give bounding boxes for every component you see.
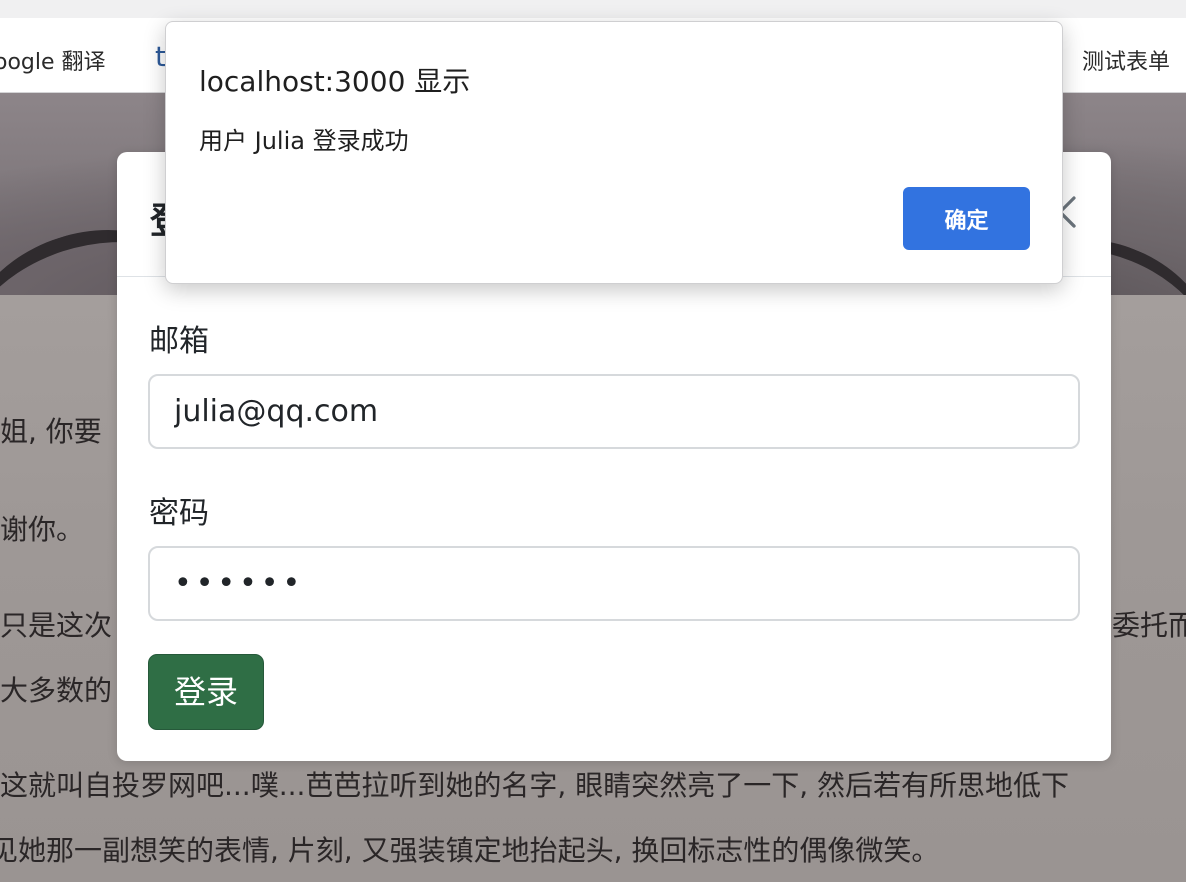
article-line: 谢你。	[0, 513, 85, 546]
alert-title: localhost:3000 显示	[199, 65, 471, 98]
article-line: 只是这次	[0, 609, 113, 642]
alert-dialog: localhost:3000 显示 用户 Julia 登录成功 确定	[165, 21, 1063, 284]
article-line: 大多数的	[0, 674, 113, 707]
alert-message: 用户 Julia 登录成功	[199, 127, 409, 155]
browser-page: oogle 翻译 t 测试表单 姐, 你要 谢你。 只是这次 委托而 大多数的 …	[0, 0, 1186, 882]
email-input[interactable]	[148, 374, 1080, 449]
article-line: 这就叫自投罗网吧...噗...芭芭拉听到她的名字, 眼睛突然亮了一下, 然后若有…	[0, 769, 1070, 802]
alert-ok-button[interactable]: 确定	[903, 187, 1030, 250]
password-label: 密码	[149, 496, 209, 531]
bookmark-google-translate[interactable]: oogle 翻译	[0, 44, 106, 76]
bookmark-test-form[interactable]: 测试表单	[1082, 44, 1170, 76]
article-line: 委托而	[1112, 609, 1186, 642]
article-line: 姐, 你要	[0, 415, 102, 448]
email-label: 邮箱	[149, 324, 209, 359]
password-input[interactable]	[148, 546, 1080, 621]
login-button[interactable]: 登录	[148, 654, 264, 730]
article-line: 见她那一副想笑的表情, 片刻, 又强装镇定地抬起头, 换回标志性的偶像微笑。	[0, 834, 940, 867]
